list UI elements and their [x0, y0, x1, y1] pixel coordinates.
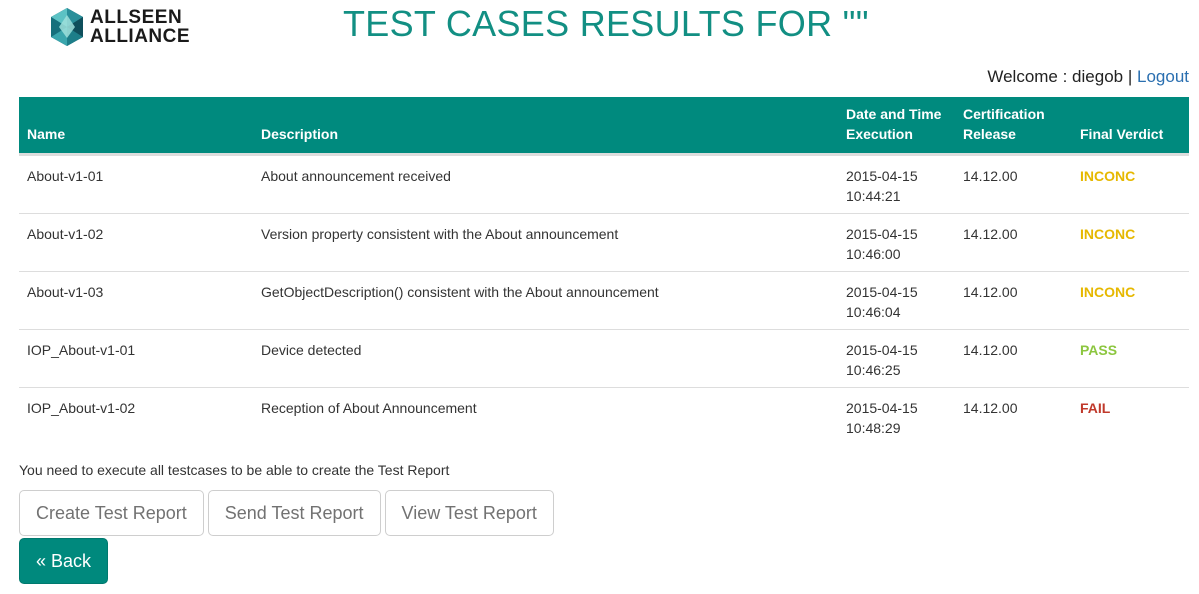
cell-name: About-v1-01 — [27, 168, 104, 184]
cell-name: About-v1-03 — [19, 271, 253, 330]
allseen-alliance-logo: ALLSEEN ALLIANCE — [49, 4, 209, 50]
cell-release: 14.12.00 — [963, 168, 1018, 184]
welcome-bar: Welcome : diegob | Logout — [987, 66, 1189, 88]
table-body: About-v1-01 About announcement received … — [19, 155, 1189, 445]
welcome-separator: | — [1127, 67, 1133, 86]
table-row: IOP_About-v1-01 Device detected 2015-04-… — [19, 329, 1189, 388]
column-header-name: Name — [19, 97, 253, 156]
logo-wordmark: ALLSEEN ALLIANCE — [90, 8, 190, 46]
cell-description: Version property consistent with the Abo… — [253, 213, 838, 272]
logout-link[interactable]: Logout — [1137, 67, 1189, 86]
column-header-description: Description — [253, 97, 838, 156]
cell-name: IOP_About-v1-02 — [19, 387, 253, 445]
create-test-report-button[interactable]: Create Test Report — [19, 490, 204, 536]
cell-release: 14.12.00 — [955, 213, 1072, 272]
report-button-group: Create Test Report Send Test Report View… — [19, 490, 554, 536]
page-title: TEST CASES RESULTS FOR "" — [343, 3, 869, 44]
cell-release: 14.12.00 — [955, 271, 1072, 330]
table-row: About-v1-01 About announcement received … — [19, 155, 1189, 214]
cell-datetime: 2015-04-15 10:44:21 — [846, 168, 918, 204]
table-header: Name Description Date and Time Execution … — [19, 97, 1189, 156]
cell-datetime: 2015-04-15 10:46:00 — [838, 213, 955, 272]
send-test-report-button[interactable]: Send Test Report — [207, 490, 381, 536]
results-table: Name Description Date and Time Execution … — [19, 97, 1189, 445]
welcome-text: Welcome : diegob — [987, 67, 1124, 86]
allseen-logo-icon — [51, 8, 83, 46]
cell-verdict: INCONC — [1072, 213, 1189, 272]
column-header-date: Date and Time Execution — [838, 97, 955, 156]
cell-description: GetObjectDescription() consistent with t… — [253, 271, 838, 330]
cell-release: 14.12.00 — [955, 387, 1072, 445]
header-row: Name Description Date and Time Execution … — [19, 97, 1189, 156]
column-header-verdict: Final Verdict — [1072, 97, 1189, 156]
report-requirement-note: You need to execute all testcases to be … — [19, 462, 450, 478]
back-button[interactable]: « Back — [19, 538, 108, 584]
cell-datetime: 2015-04-15 10:46:04 — [838, 271, 955, 330]
table-row: About-v1-02 Version property consistent … — [19, 213, 1189, 272]
cell-description: Reception of About Announcement — [253, 387, 838, 445]
table-row: IOP_About-v1-02 Reception of About Annou… — [19, 387, 1189, 445]
cell-verdict: INCONC — [1080, 168, 1136, 184]
cell-verdict: FAIL — [1072, 387, 1189, 445]
view-test-report-button[interactable]: View Test Report — [384, 490, 554, 536]
page: ALLSEEN ALLIANCE TEST CASES RESULTS FOR … — [0, 0, 1199, 594]
cell-description: About announcement received — [261, 168, 451, 184]
cell-name: About-v1-02 — [19, 213, 253, 272]
column-header-release: Certification Release — [955, 97, 1072, 156]
cell-description: Device detected — [253, 329, 838, 388]
cell-datetime: 2015-04-15 10:48:29 — [838, 387, 955, 445]
logo-line-2: ALLIANCE — [90, 26, 191, 47]
cell-verdict: PASS — [1072, 329, 1189, 388]
logo-line-1: ALLSEEN — [90, 7, 183, 28]
cell-name: IOP_About-v1-01 — [19, 329, 253, 388]
table-row: About-v1-03 GetObjectDescription() consi… — [19, 271, 1189, 330]
cell-verdict: INCONC — [1072, 271, 1189, 330]
cell-datetime: 2015-04-15 10:46:25 — [838, 329, 955, 388]
cell-release: 14.12.00 — [955, 329, 1072, 388]
